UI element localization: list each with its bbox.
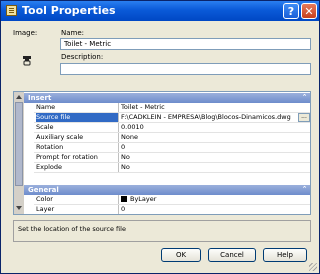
property-name: Auxiliary scale: [36, 133, 119, 142]
name-field[interactable]: Toilet - Metric: [60, 38, 311, 50]
property-description-panel: Set the location of the source file: [13, 220, 311, 242]
property-row-explode[interactable]: Explode No: [34, 163, 310, 173]
help-title-button[interactable]: ?: [283, 3, 299, 19]
description-label: Description:: [61, 53, 104, 61]
section-general[interactable]: General ⌃: [24, 185, 310, 195]
title-bar[interactable]: Tool Properties ? ✕: [1, 1, 319, 21]
collapse-insert-icon[interactable]: ⌃: [301, 94, 308, 101]
property-value[interactable]: 0: [119, 205, 310, 214]
property-value[interactable]: No: [119, 153, 310, 162]
property-name: Scale: [36, 123, 119, 132]
description-field[interactable]: [60, 63, 311, 75]
section-general-title: General: [28, 186, 59, 194]
tool-properties-dialog: Tool Properties ? ✕ Image: Name: Toilet …: [0, 0, 320, 274]
property-row-name[interactable]: Name Toilet - Metric: [34, 103, 310, 113]
scroll-thumb[interactable]: [15, 102, 23, 186]
property-row-rotation[interactable]: Rotation 0: [34, 143, 310, 153]
collapse-general-icon[interactable]: ⌃: [301, 186, 308, 193]
source-file-value[interactable]: F:\CADKLEIN - EMPRESA\Blog\Blocos-Dinami…: [119, 113, 310, 122]
property-row-prompt-rotation[interactable]: Prompt for rotation No: [34, 153, 310, 163]
scroll-down-icon[interactable]: [16, 206, 22, 210]
tool-palette-icon: [6, 5, 17, 16]
property-row-scale[interactable]: Scale 0.0010: [34, 123, 310, 133]
property-name: Prompt for rotation: [36, 153, 119, 162]
property-name: Source file: [36, 113, 119, 122]
color-swatch-icon: [121, 196, 127, 202]
image-label: Image:: [13, 29, 38, 37]
property-value[interactable]: No: [119, 163, 310, 172]
ok-button[interactable]: OK: [161, 248, 201, 262]
property-row-layer[interactable]: Layer 0: [34, 205, 310, 214]
property-name: Layer: [36, 205, 119, 214]
name-label: Name:: [61, 29, 85, 37]
close-button[interactable]: ✕: [301, 3, 317, 19]
color-value-text: ByLayer: [130, 195, 157, 203]
property-row-color[interactable]: Color ByLayer: [34, 195, 310, 205]
cancel-button[interactable]: Cancel: [208, 248, 256, 262]
section-insert-title: Insert: [28, 94, 52, 102]
property-value[interactable]: 0: [119, 143, 310, 152]
property-name: Explode: [36, 163, 119, 172]
property-row-source-file[interactable]: Source file F:\CADKLEIN - EMPRESA\Blog\B…: [34, 113, 310, 123]
window-title: Tool Properties: [22, 4, 116, 17]
help-button[interactable]: Help: [263, 248, 307, 262]
scroll-up-icon[interactable]: [16, 95, 22, 99]
resize-grip-icon[interactable]: [309, 263, 317, 271]
property-row-auxiliary-scale[interactable]: Auxiliary scale None: [34, 133, 310, 143]
block-preview-icon: [23, 56, 31, 66]
section-insert[interactable]: Insert ⌃: [24, 93, 310, 103]
property-name: Rotation: [36, 143, 119, 152]
property-name: Name: [36, 103, 119, 112]
property-value[interactable]: None: [119, 133, 310, 142]
browse-button[interactable]: ...: [298, 113, 310, 122]
property-value[interactable]: Toilet - Metric: [119, 103, 310, 112]
property-grid: Insert ⌃ Name Toilet - Metric Source fil…: [13, 91, 311, 215]
property-scrollbar[interactable]: [14, 92, 24, 214]
property-value[interactable]: ByLayer: [119, 195, 310, 204]
property-name: Color: [36, 195, 119, 204]
property-value[interactable]: 0.0010: [119, 123, 310, 132]
